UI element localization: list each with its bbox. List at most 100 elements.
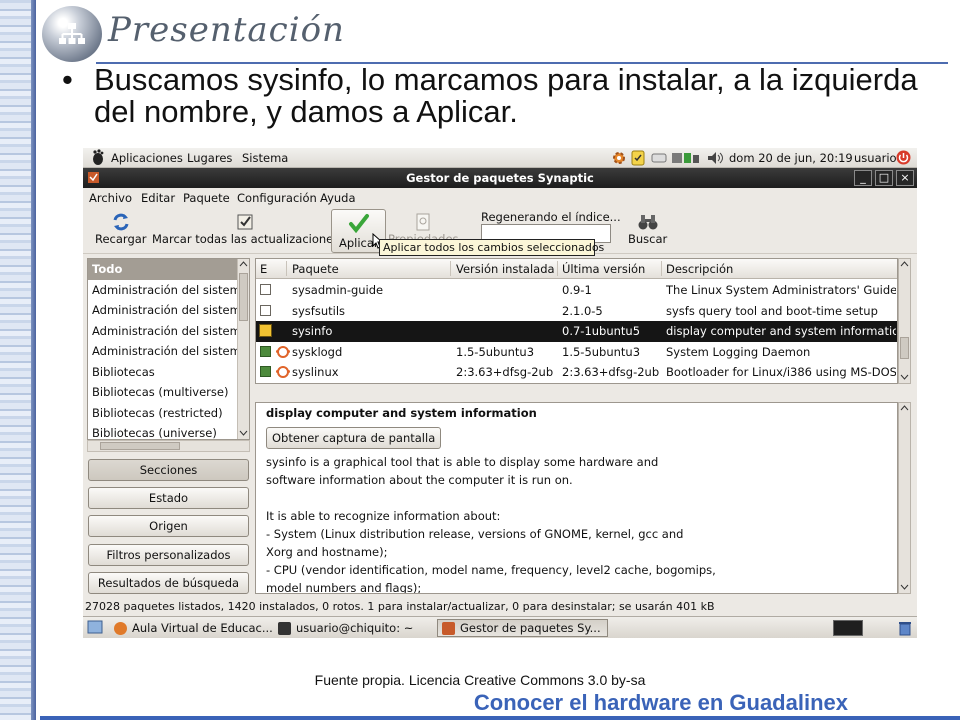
package-table-scrollbar[interactable] [898,258,911,384]
menu-editar[interactable]: Editar [141,191,175,205]
package-row[interactable]: sysfsutils 2.1.0-5 sysfs query tool and … [256,301,897,322]
marked-install-icon[interactable] [259,324,272,337]
taskbar-item-terminal[interactable]: usuario@chiquito: ~ [273,619,420,637]
sections-vertical-scrollbar[interactable] [237,259,249,439]
col-latest-header[interactable]: Última versión [562,262,645,276]
maximize-button[interactable]: □ [875,170,893,186]
network-logo-icon [42,6,102,62]
section-item[interactable]: Todo [88,259,238,280]
scroll-down-icon[interactable] [238,427,249,438]
section-item[interactable]: Bibliotecas (restricted) [88,403,238,424]
taskbar-item-synaptic[interactable]: Gestor de paquetes Sy... [437,619,608,637]
status-bar: 27028 paquetes listados, 1420 instalados… [85,600,715,613]
package-row[interactable]: sysadmin-guide 0.9-1 The Linux System Ad… [256,280,897,301]
scroll-up-icon[interactable] [899,259,910,270]
section-item[interactable]: Administración del sistema [88,300,238,321]
network-icon [59,23,85,44]
package-installed-version: 2:3.63+dfsg-2ubun [456,365,554,379]
package-name: sysinfo [292,324,333,338]
package-description: System Logging Daemon [666,344,811,359]
package-latest-version: 2:3.63+dfsg-2ubun [562,365,660,379]
description-line: - System (Linux distribution release, ve… [266,527,684,541]
description-scrollbar[interactable] [898,402,911,594]
section-item[interactable]: Administración del sistema [88,341,238,362]
apply-check-icon [349,214,369,233]
menu-ayuda[interactable]: Ayuda [320,191,356,205]
volume-icon[interactable] [707,151,723,165]
trash-icon[interactable] [897,620,913,636]
window-titlebar: Gestor de paquetes Synaptic _ □ × [83,168,917,188]
mark-all-upgrades-label: Marcar todas las actualizaciones [152,232,340,246]
menu-paquete[interactable]: Paquete [183,191,230,205]
apply-button[interactable]: Aplicar [331,209,386,253]
workspace-switcher[interactable] [833,620,863,636]
menu-aplicaciones[interactable]: Aplicaciones [111,151,183,165]
footer-title: Conocer el hardware en Guadalinex [473,690,848,715]
footer-divider [40,716,960,720]
update-notifier-icon[interactable] [631,150,645,166]
settings-gear-icon[interactable] [611,150,627,166]
package-name: sysfsutils [292,303,346,318]
taskbar-item-label: Aula Virtual de Educac... [132,621,273,635]
ubuntu-support-icon [276,345,290,358]
scroll-down-icon[interactable] [899,581,910,592]
package-checkbox[interactable] [260,304,271,316]
get-screenshot-button[interactable]: Obtener captura de pantalla [266,427,442,449]
description-line: model numbers and flags); [266,581,422,594]
mark-all-upgrades-button[interactable]: Marcar todas las actualizaciones [152,212,339,246]
scroll-thumb[interactable] [100,442,180,450]
filter-origin-button[interactable]: Origen [88,515,249,537]
slide-title: Presentación [108,10,345,50]
section-item[interactable]: Bibliotecas [88,362,238,383]
package-checkbox-installed[interactable] [260,345,271,357]
bottom-taskbar: Aula Virtual de Educac... usuario@chiqui… [83,616,917,638]
close-button[interactable]: × [896,170,914,186]
search-results-button[interactable]: Resultados de búsqueda [88,572,249,594]
package-row[interactable]: syslinux 2:3.63+dfsg-2ubun 2:3.63+dfsg-2… [256,362,897,383]
col-status-header[interactable]: E [260,262,267,276]
section-item[interactable]: Administración del sistema [88,321,238,342]
reload-icon [113,213,129,231]
package-description: Bootloader for Linux/i386 using MS-DOS f… [666,365,896,379]
custom-filters-button[interactable]: Filtros personalizados [88,544,249,566]
menu-sistema[interactable]: Sistema [242,151,288,165]
menu-configuracion[interactable]: Configuración [237,191,317,205]
network-status-icon[interactable] [671,150,701,166]
image-caption: Fuente propia. Licencia Creative Commons… [314,672,646,688]
scroll-thumb[interactable] [900,337,909,359]
show-desktop-icon[interactable] [87,620,103,635]
package-description-pane: display computer and system information … [255,402,898,594]
minimize-button[interactable]: _ [854,170,872,186]
menu-archivo[interactable]: Archivo [89,191,132,205]
scroll-up-icon[interactable] [238,259,249,270]
col-package-header[interactable]: Paquete [292,262,339,276]
package-row[interactable]: sysklogd 1.5-5ubuntu3 1.5-5ubuntu3 Syste… [256,342,897,363]
search-button[interactable]: Buscar [628,212,667,246]
taskbar-item-browser[interactable]: Aula Virtual de Educac... [109,619,280,637]
section-item[interactable]: Bibliotecas (multiverse) [88,382,238,403]
gnome-foot-icon[interactable] [91,149,105,166]
bullet-text: Buscamos sysinfo, lo marcamos para insta… [94,62,918,129]
filter-sections-button[interactable]: Secciones [88,459,249,481]
section-item[interactable]: Administración del sistema [88,280,238,301]
window-title: Gestor de paquetes Synaptic [406,171,594,185]
package-installed-version: 1.5-5ubuntu3 [456,344,535,359]
package-checkbox[interactable] [260,284,271,295]
drive-icon[interactable] [651,152,667,164]
shutdown-icon[interactable] [896,150,911,165]
filter-status-button[interactable]: Estado [88,487,249,509]
col-description-header[interactable]: Descripción [666,262,733,276]
taskbar-item-label: Gestor de paquetes Sy... [460,621,601,635]
menu-lugares[interactable]: Lugares [187,151,232,165]
package-row-selected[interactable]: sysinfo 0.7-1ubuntu5 display computer an… [256,321,897,342]
panel-user[interactable]: usuario [854,151,897,165]
firefox-icon [114,622,127,635]
package-checkbox-installed[interactable] [260,366,271,377]
reload-button[interactable]: Recargar [95,212,147,246]
sections-horizontal-scrollbar[interactable] [87,440,250,452]
scroll-up-icon[interactable] [899,403,910,414]
scroll-thumb[interactable] [239,273,248,321]
panel-clock[interactable]: dom 20 de jun, 20:19 [729,151,853,165]
scroll-down-icon[interactable] [899,371,910,382]
col-installed-header[interactable]: Versión instalada [456,262,555,276]
